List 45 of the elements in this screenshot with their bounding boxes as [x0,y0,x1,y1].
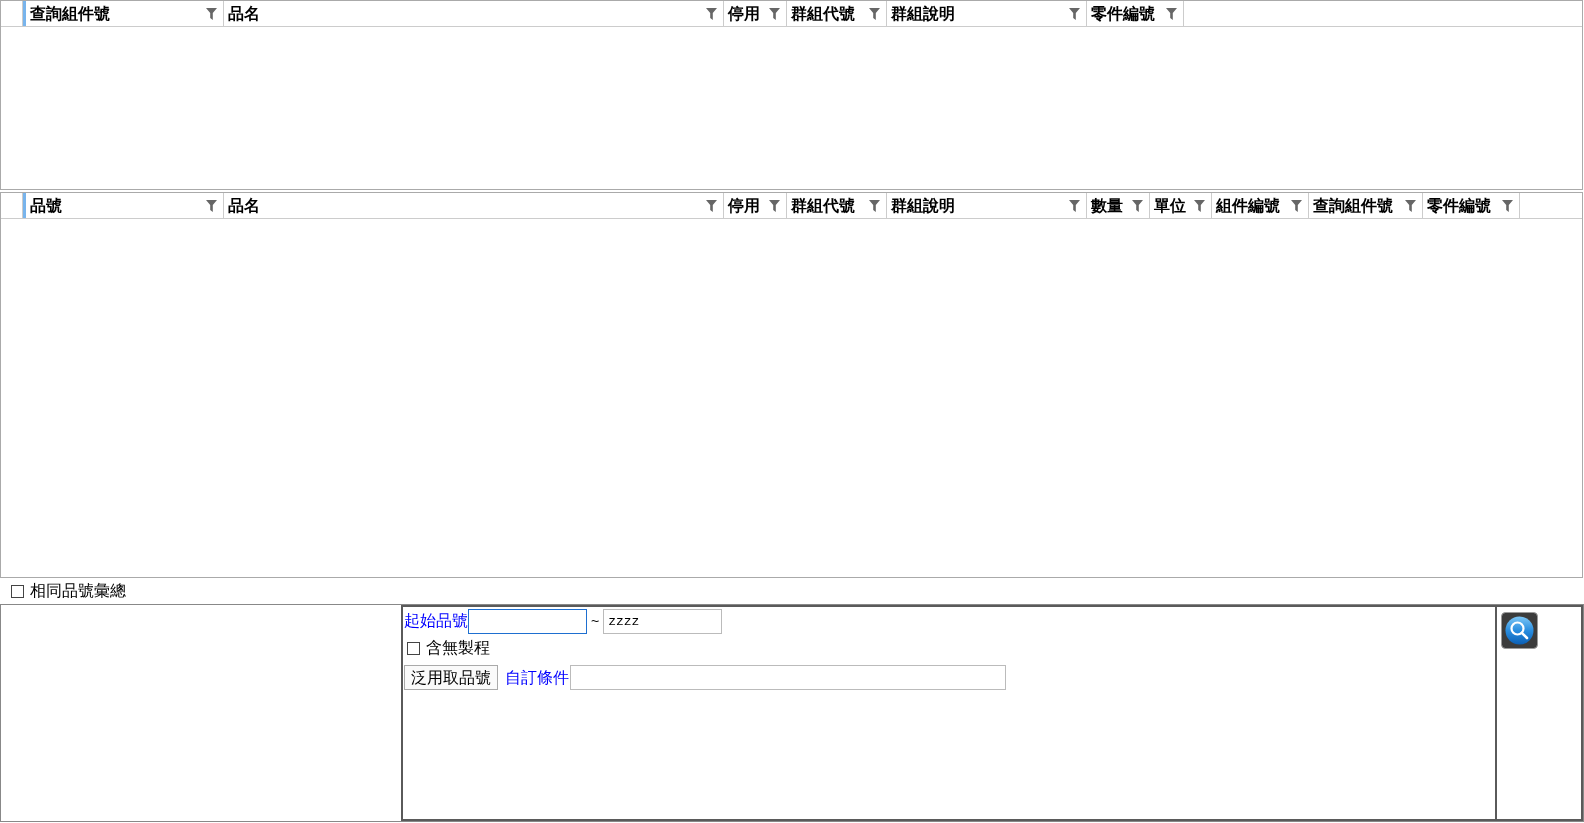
column-header[interactable]: 品名 [224,193,724,218]
search-icon [1501,612,1538,649]
column-header[interactable]: 零件編號 [1423,193,1520,218]
column-header[interactable]: 群組代號 [787,1,887,26]
filter-icon[interactable] [1502,199,1513,212]
filter-icon[interactable] [206,7,217,20]
custom-condition-input[interactable] [570,665,1006,690]
filter-icon[interactable] [1132,199,1143,212]
column-header[interactable]: 品名 [224,1,724,26]
filter-icon[interactable] [769,7,780,20]
column-header[interactable]: 群組代號 [787,193,887,218]
column-header[interactable]: 查詢組件號 [1309,193,1423,218]
column-header[interactable]: 停用 [724,193,787,218]
column-header[interactable]: 品號 [23,193,224,218]
checkbox[interactable] [11,584,24,598]
search-button[interactable] [1501,612,1538,649]
generic-item-button[interactable]: 泛用取品號 [404,665,498,690]
checkbox-label: 含無製程 [426,638,490,658]
column-header[interactable]: 群組說明 [887,193,1087,218]
column-header[interactable]: 零件編號 [1087,1,1184,26]
filter-icon[interactable] [1405,199,1416,212]
column-header[interactable]: 查詢組件號 [23,1,224,26]
filter-icon[interactable] [1194,199,1205,212]
column-header[interactable]: 群組說明 [887,1,1087,26]
start-item-input[interactable] [468,608,587,634]
filter-icon[interactable] [1166,7,1177,20]
filter-icon[interactable] [1069,7,1080,20]
filter-icon[interactable] [1291,199,1302,212]
column-header[interactable]: 數量 [1087,193,1150,218]
filter-icon[interactable] [706,7,717,20]
column-header[interactable]: 單位 [1150,193,1212,218]
filter-icon[interactable] [869,199,880,212]
checkbox[interactable] [407,641,420,655]
field-label: 起始品號 [404,611,468,631]
filter-icon[interactable] [706,199,717,212]
end-item-input[interactable]: zzzz [603,608,723,634]
column-header[interactable]: 停用 [724,1,787,26]
column-header[interactable]: 組件編號 [1212,193,1309,218]
range-separator: ~ [591,611,600,631]
filter-icon[interactable] [206,199,217,212]
filter-icon[interactable] [869,7,880,20]
field-label: 自訂條件 [505,667,569,688]
checkbox-label: 相同品號彙總 [30,581,126,601]
filter-icon[interactable] [769,199,780,212]
filter-icon[interactable] [1069,199,1080,212]
